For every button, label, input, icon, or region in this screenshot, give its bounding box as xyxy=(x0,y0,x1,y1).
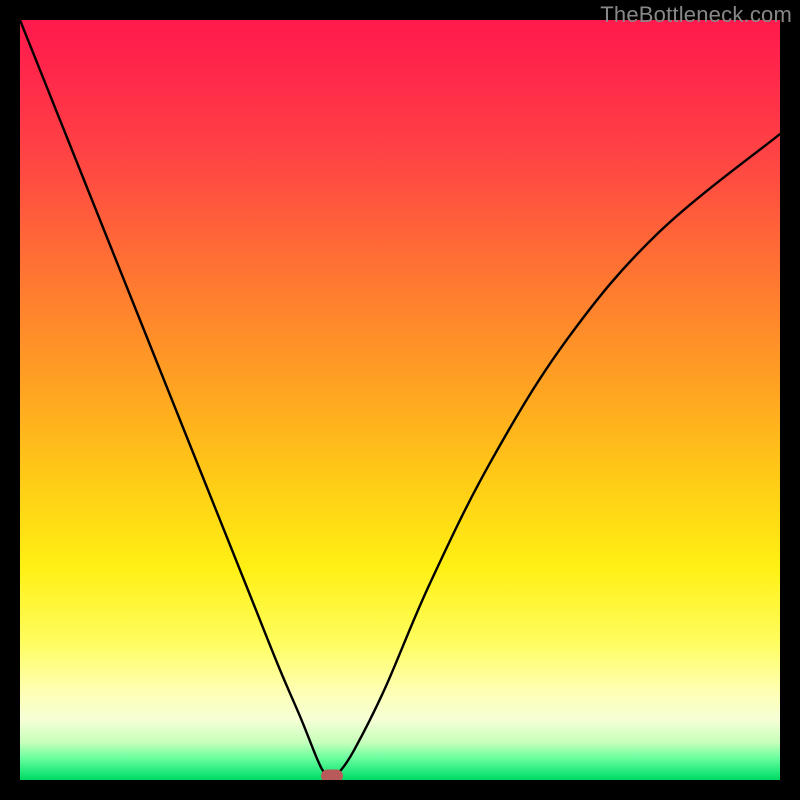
optimum-marker xyxy=(321,770,343,781)
curve-layer xyxy=(20,20,780,780)
chart-frame: TheBottleneck.com xyxy=(0,0,800,800)
bottleneck-curve xyxy=(20,20,780,780)
plot-area xyxy=(20,20,780,780)
